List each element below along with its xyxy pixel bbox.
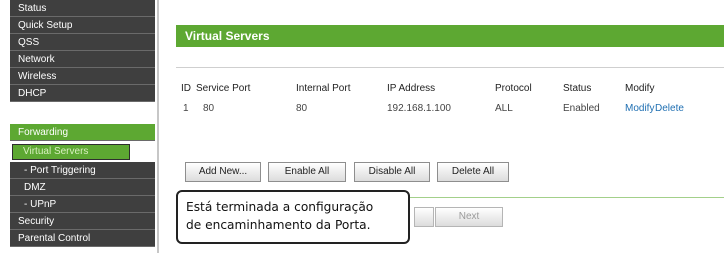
sidebar-item-parental-control[interactable]: Parental Control (10, 230, 155, 247)
sidebar-item-dmz[interactable]: DMZ (10, 179, 155, 196)
column-header-status: Status (563, 83, 592, 94)
cell-protocol: ALL (495, 103, 513, 114)
sidebar-item-forwarding[interactable]: Forwarding (10, 124, 155, 141)
sidebar-divider (157, 0, 159, 253)
callout-line-1: Está terminada a configuração (186, 200, 374, 214)
column-header-protocol: Protocol (495, 83, 532, 94)
sidebar-item-network[interactable]: Network (10, 51, 155, 68)
cell-id: 1 (183, 103, 189, 114)
sidebar-item-security[interactable]: Security (10, 213, 155, 230)
column-header-ip-address: IP Address (387, 83, 436, 94)
column-header-id: ID (181, 83, 191, 94)
previous-button[interactable] (414, 207, 434, 227)
add-new-button[interactable]: Add New... (185, 162, 261, 182)
page-title: Virtual Servers (176, 25, 724, 47)
sidebar-item-upnp[interactable]: - UPnP (10, 196, 155, 213)
column-header-service-port: Service Port (196, 83, 251, 94)
delete-all-button[interactable]: Delete All (437, 162, 509, 182)
sidebar-item-quick-setup[interactable]: Quick Setup (10, 17, 155, 34)
sidebar-item-status[interactable]: Status (10, 0, 155, 17)
enable-all-button[interactable]: Enable All (268, 162, 346, 182)
cell-ip-address: 192.168.1.100 (387, 103, 451, 114)
sidebar-item-wireless[interactable]: Wireless (10, 68, 155, 85)
sidebar-item-qss[interactable]: QSS (10, 34, 155, 51)
cell-status: Enabled (563, 103, 600, 114)
column-header-internal-port: Internal Port (296, 83, 351, 94)
sidebar-menu: Status Quick Setup QSS Network Wireless … (0, 0, 160, 253)
callout-line-2: de encaminhamento da Porta. (186, 218, 371, 232)
header-divider (176, 67, 724, 68)
cell-service-port: 80 (203, 103, 215, 114)
sidebar-item-port-triggering[interactable]: - Port Triggering (10, 162, 155, 179)
modify-link[interactable]: Modify (625, 103, 654, 114)
cell-internal-port: 80 (296, 103, 308, 114)
delete-link[interactable]: Delete (655, 103, 684, 114)
instruction-callout: Está terminada a configuração de encamin… (176, 190, 410, 244)
disable-all-button[interactable]: Disable All (354, 162, 430, 182)
column-header-modify: Modify (625, 83, 655, 94)
next-button[interactable]: Next (435, 207, 503, 227)
sidebar-item-virtual-servers[interactable]: Virtual Servers (12, 144, 130, 160)
sidebar-item-dhcp[interactable]: DHCP (10, 85, 155, 102)
